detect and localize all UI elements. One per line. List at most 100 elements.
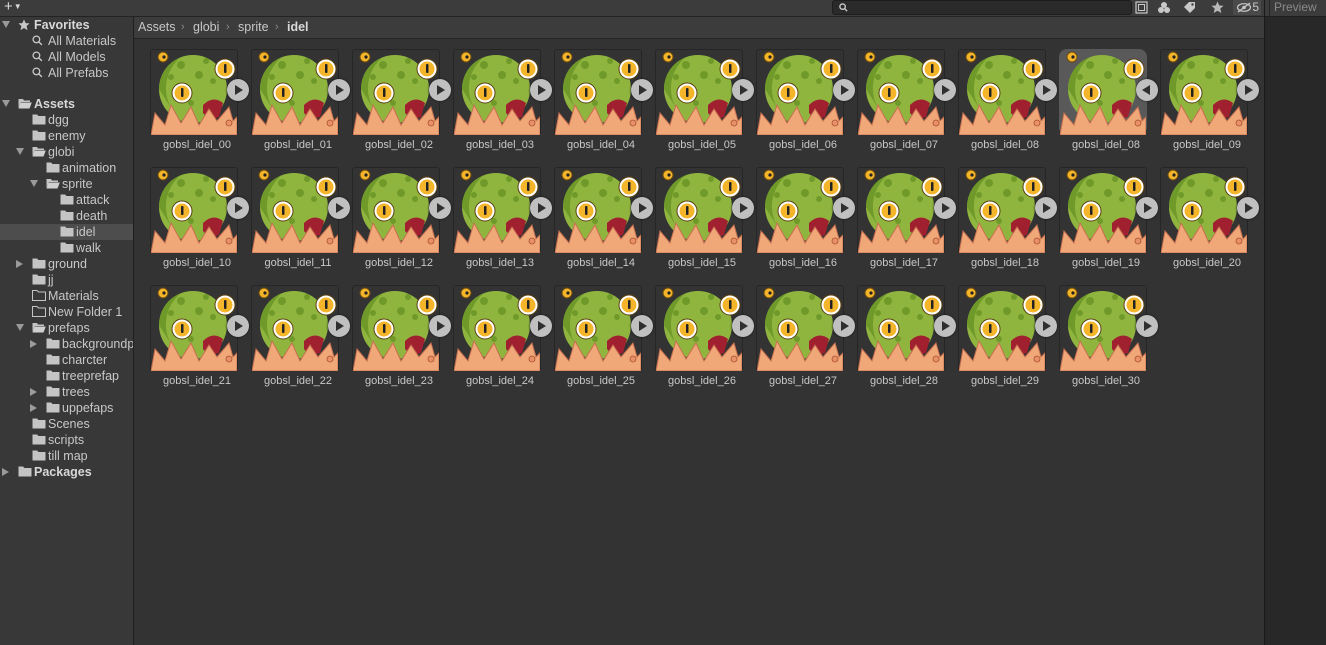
sprite-tile[interactable]: gobsl_idel_12: [340, 157, 451, 269]
expand-arrow-down-icon[interactable]: [30, 180, 38, 187]
monster-sprite-image: [1059, 287, 1147, 374]
tree-item-label: walk: [76, 241, 102, 255]
tree-folder-prefaps[interactable]: prefaps: [0, 320, 133, 336]
breadcrumb-item[interactable]: Assets: [138, 17, 176, 37]
sprite-tile[interactable]: gobsl_idel_27: [744, 275, 855, 387]
sprite-tile[interactable]: gobsl_idel_20: [1148, 157, 1259, 269]
expand-arrow-down-icon[interactable]: [2, 100, 10, 107]
search-field[interactable]: [832, 0, 1132, 15]
plus-icon: +: [4, 0, 13, 15]
expand-arrow-right-icon[interactable]: [30, 388, 37, 396]
tree-folder-new-folder-1[interactable]: New Folder 1: [0, 304, 133, 320]
tree-folder-backgroundprefab[interactable]: backgroundprefab: [0, 336, 133, 352]
tree-favorite-2[interactable]: All Prefabs: [0, 65, 133, 81]
sprite-tile[interactable]: gobsl_idel_23: [340, 275, 451, 387]
tree-folder-charcter[interactable]: charcter: [0, 352, 133, 368]
sprite-tile[interactable]: gobsl_idel_06: [744, 39, 855, 151]
breadcrumb-separator-icon: ›: [226, 21, 230, 33]
search-input[interactable]: [851, 1, 1121, 14]
tree-folder-walk[interactable]: walk: [0, 240, 133, 256]
sprite-tile[interactable]: gobsl_idel_08: [946, 39, 1057, 151]
expand-arrow-down-icon[interactable]: [16, 324, 24, 331]
expand-play-icon[interactable]: [1237, 79, 1259, 101]
tree-favorites[interactable]: Favorites: [0, 17, 133, 33]
tree-folder-death[interactable]: death: [0, 208, 133, 224]
expand-arrow-right-icon[interactable]: [30, 340, 37, 348]
expand-play-icon[interactable]: [1237, 197, 1259, 219]
tree-packages[interactable]: Packages: [0, 464, 133, 480]
sprite-tile[interactable]: gobsl_idel_11: [239, 157, 350, 269]
sprite-tile[interactable]: gobsl_idel_19: [1047, 157, 1158, 269]
tree-folder-sprite[interactable]: sprite: [0, 176, 133, 192]
search-by-type-icon[interactable]: [1130, 0, 1152, 15]
expand-arrow-down-icon[interactable]: [2, 21, 10, 28]
tree-folder-scenes[interactable]: Scenes: [0, 416, 133, 432]
expand-arrow-right-icon[interactable]: [2, 468, 9, 476]
sprite-tile[interactable]: gobsl_idel_22: [239, 275, 350, 387]
tree-folder-jj[interactable]: jj: [0, 272, 133, 288]
sprite-tile[interactable]: gobsl_idel_10: [138, 157, 249, 269]
sprite-tile[interactable]: gobsl_idel_21: [138, 275, 249, 387]
tree-folder-globi[interactable]: globi: [0, 144, 133, 160]
tree-folder-materials[interactable]: Materials: [0, 288, 133, 304]
expand-play-icon[interactable]: [1136, 315, 1158, 337]
project-toolbar: +▼ 5: [0, 0, 1264, 17]
sprite-tile[interactable]: gobsl_idel_03: [441, 39, 552, 151]
sprite-tile[interactable]: gobsl_idel_08: [1047, 39, 1158, 151]
expand-arrow-right-icon[interactable]: [30, 404, 37, 412]
breadcrumb-separator-icon: ›: [275, 21, 279, 33]
sprite-tile[interactable]: gobsl_idel_25: [542, 275, 653, 387]
sprite-tile[interactable]: gobsl_idel_30: [1047, 275, 1158, 387]
tree-folder-dgg[interactable]: dgg: [0, 112, 133, 128]
monster-sprite-image: [352, 169, 440, 256]
sprite-tile[interactable]: gobsl_idel_14: [542, 157, 653, 269]
tree-folder-enemy[interactable]: enemy: [0, 128, 133, 144]
tree-folder-ground[interactable]: ground: [0, 256, 133, 272]
tag-icon[interactable]: [1178, 0, 1200, 15]
sprite-tile[interactable]: gobsl_idel_02: [340, 39, 451, 151]
add-asset-button[interactable]: +▼: [4, 0, 32, 15]
expand-arrow-right-icon[interactable]: [16, 260, 23, 268]
search-by-label-icon[interactable]: [1153, 0, 1175, 15]
sprite-tile[interactable]: gobsl_idel_13: [441, 157, 552, 269]
sprite-tile[interactable]: gobsl_idel_17: [845, 157, 956, 269]
tree-folder-trees[interactable]: trees: [0, 384, 133, 400]
sprite-tile[interactable]: gobsl_idel_16: [744, 157, 855, 269]
sprite-tile[interactable]: gobsl_idel_15: [643, 157, 754, 269]
folder-tree: Favorites All Materials All Models All Pref…: [0, 17, 134, 645]
monster-sprite-image: [1160, 51, 1248, 138]
sprite-tile[interactable]: gobsl_idel_00: [138, 39, 249, 151]
breadcrumb-item[interactable]: globi: [193, 17, 219, 37]
sprite-tile[interactable]: gobsl_idel_26: [643, 275, 754, 387]
sprite-tile[interactable]: gobsl_idel_07: [845, 39, 956, 151]
tree-folder-animation[interactable]: animation: [0, 160, 133, 176]
sprite-tile[interactable]: gobsl_idel_01: [239, 39, 350, 151]
sprite-tile[interactable]: gobsl_idel_04: [542, 39, 653, 151]
expand-arrow-down-icon[interactable]: [16, 148, 24, 155]
tree-folder-idel[interactable]: idel: [0, 224, 133, 240]
sprite-tile[interactable]: gobsl_idel_29: [946, 275, 1057, 387]
folder-icon: [60, 210, 74, 224]
sprite-tile[interactable]: gobsl_idel_05: [643, 39, 754, 151]
tree-folder-treeprefap[interactable]: treeprefap: [0, 368, 133, 384]
tree-favorite-0[interactable]: All Materials: [0, 33, 133, 49]
hidden-packages-toggle[interactable]: 5: [1233, 0, 1261, 15]
sprite-tile[interactable]: gobsl_idel_18: [946, 157, 1057, 269]
preview-tab[interactable]: Preview: [1269, 0, 1326, 16]
breadcrumb-item[interactable]: idel: [287, 17, 309, 37]
folder-icon: [18, 466, 32, 480]
tree-assets-root[interactable]: Assets: [0, 96, 133, 112]
tree-folder-uppefaps[interactable]: uppefaps: [0, 400, 133, 416]
tree-folder-attack[interactable]: attack: [0, 192, 133, 208]
folder-icon: [60, 226, 74, 240]
tree-folder-scripts[interactable]: scripts: [0, 432, 133, 448]
sprite-tile[interactable]: gobsl_idel_28: [845, 275, 956, 387]
favorite-star-icon[interactable]: [1206, 0, 1228, 15]
sprite-tile[interactable]: gobsl_idel_09: [1148, 39, 1259, 151]
breadcrumb-item[interactable]: sprite: [238, 17, 269, 37]
tree-favorite-1[interactable]: All Models: [0, 49, 133, 65]
tree-folder-till-map[interactable]: till map: [0, 448, 133, 464]
tree-item-label: uppefaps: [62, 401, 114, 415]
monster-sprite-image: [352, 287, 440, 374]
sprite-tile[interactable]: gobsl_idel_24: [441, 275, 552, 387]
